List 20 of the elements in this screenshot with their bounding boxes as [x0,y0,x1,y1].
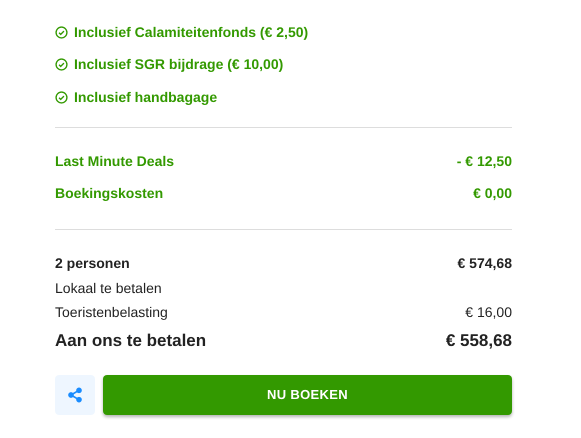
inclusion-text: Inclusief Calamiteitenfonds (€ 2,50) [74,22,308,42]
inclusion-text: Inclusief SGR bijdrage (€ 10,00) [74,55,284,74]
fee-amount: - € 12,50 [456,152,512,171]
share-icon [67,386,83,402]
share-button[interactable] [55,374,95,414]
price-label: Lokaal te betalen [55,279,162,298]
price-amount: € 574,68 [458,254,512,272]
check-circle-icon [55,58,68,72]
book-button[interactable]: NU BOEKEN [103,374,512,414]
price-label: Toeristenbelasting [55,303,168,322]
inclusion-text: Inclusief handbagage [74,88,218,107]
fee-amount: € 0,00 [473,184,512,203]
check-circle-icon [55,90,68,104]
price-amount: € 558,68 [446,330,512,352]
price-label: Aan ons te betalen [55,330,206,352]
check-circle-icon [55,26,68,39]
price-amount: € 16,00 [465,303,512,322]
fee-label: Boekingskosten [55,184,164,203]
fee-label: Last Minute Deals [55,152,174,171]
price-label: 2 personen [55,254,130,273]
